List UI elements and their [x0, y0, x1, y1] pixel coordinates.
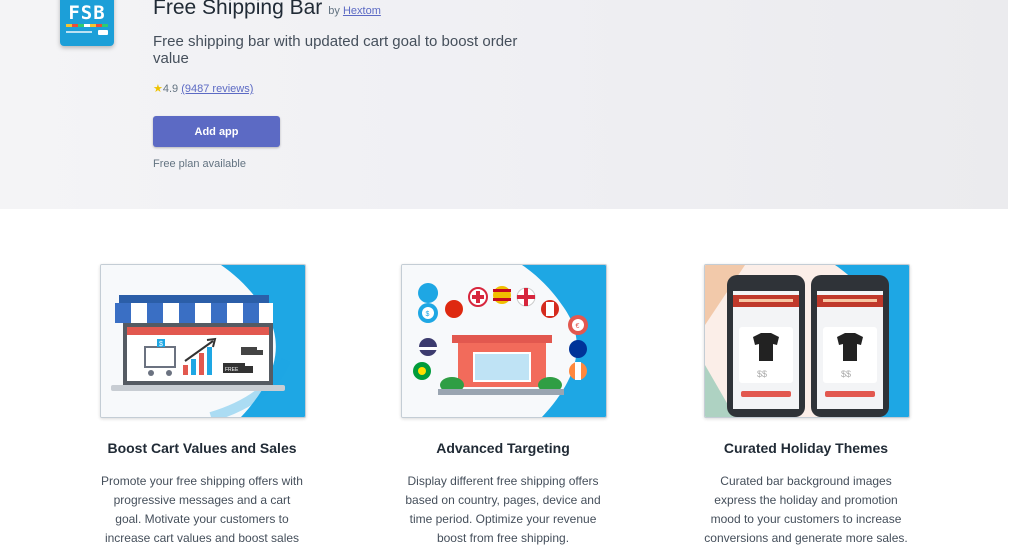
rating-value: 4.9	[162, 83, 179, 95]
feature-description: Promote your free shipping offers with p…	[101, 474, 303, 545]
feature-card-cart: $ FREE Boost Cart Values and Sales Promo…	[100, 264, 306, 548]
reviews-link[interactable]: (9487 reviews)	[181, 83, 253, 95]
logo-stripe	[66, 24, 108, 27]
feature-title: Advanced Targeting	[436, 440, 570, 456]
price-label-2: $$	[841, 369, 851, 379]
feature-card-themes: $$ $$ Curated Holiday Themes Curated bar…	[704, 264, 910, 548]
feature-image-targeting: $ €	[401, 264, 607, 418]
feature-title: Boost Cart Values and Sales	[107, 440, 297, 456]
logo-progress-bar	[66, 31, 92, 33]
page-edge	[1008, 0, 1024, 559]
feature-title: Curated Holiday Themes	[723, 440, 889, 456]
app-rating: ★4.9 (9487 reviews)	[153, 82, 253, 95]
byline: by Hextom	[328, 5, 381, 17]
cart-dollar-label: $	[159, 341, 163, 348]
pin-dollar-label: $	[426, 311, 430, 318]
truck-free-label: FREE	[225, 367, 239, 373]
app-title: Free Shipping Bar	[153, 0, 323, 19]
app-tagline: Free shipping bar with updated cart goal…	[153, 33, 518, 67]
by-prefix: by	[328, 5, 340, 17]
developer-link[interactable]: Hextom	[343, 5, 381, 17]
feature-image-cart: $ FREE	[100, 264, 306, 418]
app-logo-text: FSB	[68, 2, 106, 24]
app-header: FSB Free Shipping Bar by Hextom Free ship…	[0, 0, 1008, 209]
feature-description: Display different free shipping offers b…	[405, 474, 601, 545]
star-icon: ★	[153, 83, 163, 95]
app-title-row: Free Shipping Bar by Hextom	[153, 0, 381, 20]
pin-euro-label: €	[576, 323, 580, 330]
app-logo: FSB	[60, 0, 114, 46]
truck-icon	[98, 30, 108, 35]
feature-image-themes: $$ $$	[704, 264, 910, 418]
feature-card-targeting: $ € Advanced Targeting Display different…	[401, 264, 607, 548]
feature-description: Curated bar background images express th…	[704, 474, 908, 545]
price-label-1: $$	[757, 369, 767, 379]
add-app-button[interactable]: Add app	[153, 116, 280, 147]
plan-note: Free plan available	[153, 158, 246, 170]
